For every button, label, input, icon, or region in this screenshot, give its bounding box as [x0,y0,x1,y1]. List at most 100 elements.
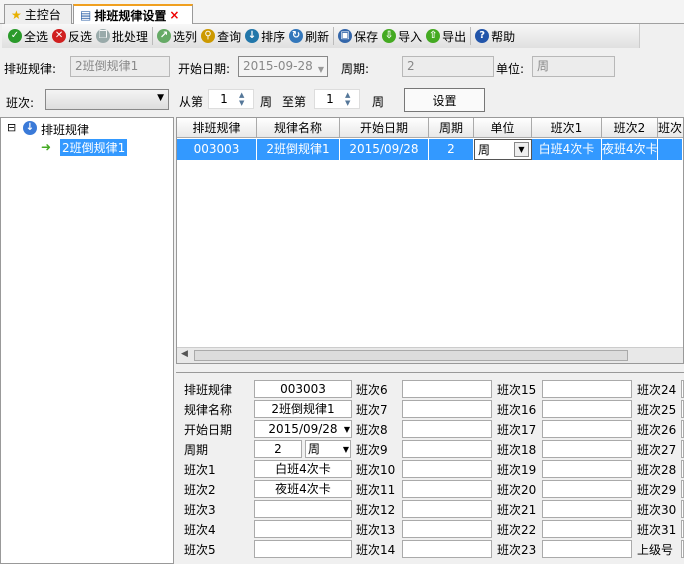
grid-cell[interactable]: 003003 [177,139,257,160]
rule-field[interactable]: 2班倒规律1 [70,56,170,77]
form-input[interactable]: 2 [254,440,302,458]
form-input[interactable] [542,400,632,418]
form-input[interactable] [402,420,492,438]
toolbar-button-6[interactable]: ↻ 刷新 [287,25,331,47]
arrow-down-circle-icon: ↓ [23,121,37,135]
form-label: 周期 [184,443,209,457]
set-button[interactable]: 设置 [404,88,485,112]
toolbar-button-2[interactable]: ❐ 批处理 [94,25,150,47]
unit-field[interactable]: 周 [532,56,615,77]
grid-cell[interactable]: 白班4次卡 [532,139,602,160]
rule-grid: ◀ 排班规律 规律名称 开始日期 周期 单位 班次1 班次2 班次 003003 2班倒规律1 20… [176,117,684,364]
form-input[interactable]: 白班4次卡 [254,460,352,478]
to-week-stepper[interactable]: 1 ▲ ▼ [314,89,360,109]
form-input[interactable]: 2班倒规律1 [254,400,352,418]
form-input[interactable] [542,460,632,478]
form-input[interactable] [542,440,632,458]
arrow-right-icon: ➜ [41,140,52,154]
tab-main-console[interactable]: ★ 主控台 [4,4,72,24]
shift-label: 班次: [6,96,35,110]
from-week-stepper[interactable]: 1 ▲ ▼ [208,89,254,109]
toolbar-button-7[interactable]: ▣ 保存 [336,25,380,47]
unit-select[interactable]: 周 ▼ [305,440,351,458]
form-label: 班次23 [497,543,537,557]
grid-cell[interactable]: 2班倒规律1 [257,139,340,160]
column-header[interactable]: 班次2 [602,118,658,138]
form-input[interactable] [402,520,492,538]
form-input[interactable] [542,500,632,518]
form-input[interactable] [254,500,352,518]
collapse-toggle[interactable]: ⊟ [7,121,16,134]
column-header[interactable]: 班次 [658,118,683,138]
scrollbar-thumb[interactable] [194,350,628,361]
column-header[interactable]: 排班规律 [177,118,257,138]
column-header[interactable]: 周期 [429,118,474,138]
grid-cell[interactable]: 夜班4次卡 [602,139,658,160]
rule-label: 排班规律: [4,62,57,76]
scroll-left-icon[interactable]: ◀ [181,349,188,359]
shift-select[interactable]: ▼ [45,89,169,110]
column-header[interactable]: 单位 [474,118,532,138]
column-header[interactable]: 班次1 [532,118,602,138]
form-input[interactable] [542,480,632,498]
form-input[interactable] [542,520,632,538]
grid-cell[interactable]: 2015/09/28 [340,139,429,160]
form-input[interactable] [542,420,632,438]
form-label: 班次17 [497,423,537,437]
grid-cell[interactable]: 2 [429,139,474,160]
form-label: 班次4 [184,523,216,537]
toolbar-button-8[interactable]: ⇩ 导入 [380,25,424,47]
tab-schedule-rule-settings[interactable]: ▤ 排班规律设置 × [73,4,193,24]
date-picker[interactable]: 2015/09/28 ▼ [254,420,352,438]
spin-arrows-icon[interactable]: ▲ ▼ [345,91,350,107]
grid-cell[interactable]: 周 ▼ [474,139,532,160]
save-icon: ▣ [338,29,353,43]
toolbar-button-0[interactable]: ✓ 全选 [6,25,50,47]
form-input[interactable] [542,540,632,558]
form-input[interactable] [542,380,632,398]
form-input[interactable]: 003003 [254,380,352,398]
spin-arrows-icon[interactable]: ▲ ▼ [239,91,244,107]
list-icon: ▤ [80,8,92,22]
form-label: 开始日期 [184,423,233,437]
form-label: 班次31 [637,523,677,537]
toolbar-button-5[interactable]: ↓ 排序 [243,25,287,47]
column-header[interactable]: 开始日期 [340,118,429,138]
copy-icon: ❐ [96,29,111,43]
form-input[interactable] [402,380,492,398]
close-icon[interactable]: × [169,8,179,22]
form-label: 班次16 [497,403,537,417]
form-input[interactable] [402,540,492,558]
form-label: 班次7 [356,403,388,417]
form-input[interactable] [402,400,492,418]
form-input[interactable] [402,440,492,458]
column-header[interactable]: 规律名称 [257,118,340,138]
toolbar-button-10[interactable]: ? 帮助 [473,25,517,47]
form-label: 班次15 [497,383,537,397]
import-arrow-down-icon: ⇩ [382,29,397,43]
toolbar-button-3[interactable]: ↗ 选列 [155,25,199,47]
toolbar-button-9[interactable]: ⇧ 导出 [424,25,468,47]
x-icon: ✕ [52,29,67,43]
period-field[interactable]: 2 [402,56,494,77]
rule-tree: ⊟ ↓ 排班规律 ➜ 2班倒规律1 [0,117,174,564]
chevron-down-icon: ▼ [317,65,324,74]
form-input[interactable] [402,460,492,478]
toolbar-button-1[interactable]: ✕ 反选 [50,25,94,47]
form-input[interactable] [254,540,352,558]
grid-cell[interactable] [658,139,683,160]
chevron-down-icon[interactable]: ▼ [514,142,529,157]
form-input[interactable] [402,480,492,498]
form-label: 上级号 [637,543,674,557]
tree-item[interactable]: 2班倒规律1 [60,139,128,156]
toolbar: ✓ 全选 ✕ 反选 ❐ 批处理 ↗ 选列 ⚲ 查询 ↓ 排序 ↻ 刷新 ▣ 保存 ⇩ 导入 ⇧ 导出? 帮助 [2,24,640,48]
horizontal-scrollbar[interactable]: ◀ [177,347,683,363]
toolbar-button-4[interactable]: ⚲ 查询 [199,25,243,47]
start-date-picker[interactable]: 2015-09-28 ▼ [238,56,328,77]
star-icon: ★ [11,7,22,22]
form-input[interactable] [402,500,492,518]
form-input[interactable]: 夜班4次卡 [254,480,352,498]
form-input[interactable] [254,520,352,538]
chevron-down-icon: ▼ [343,425,350,434]
tree-root[interactable]: 排班规律 [41,121,89,138]
